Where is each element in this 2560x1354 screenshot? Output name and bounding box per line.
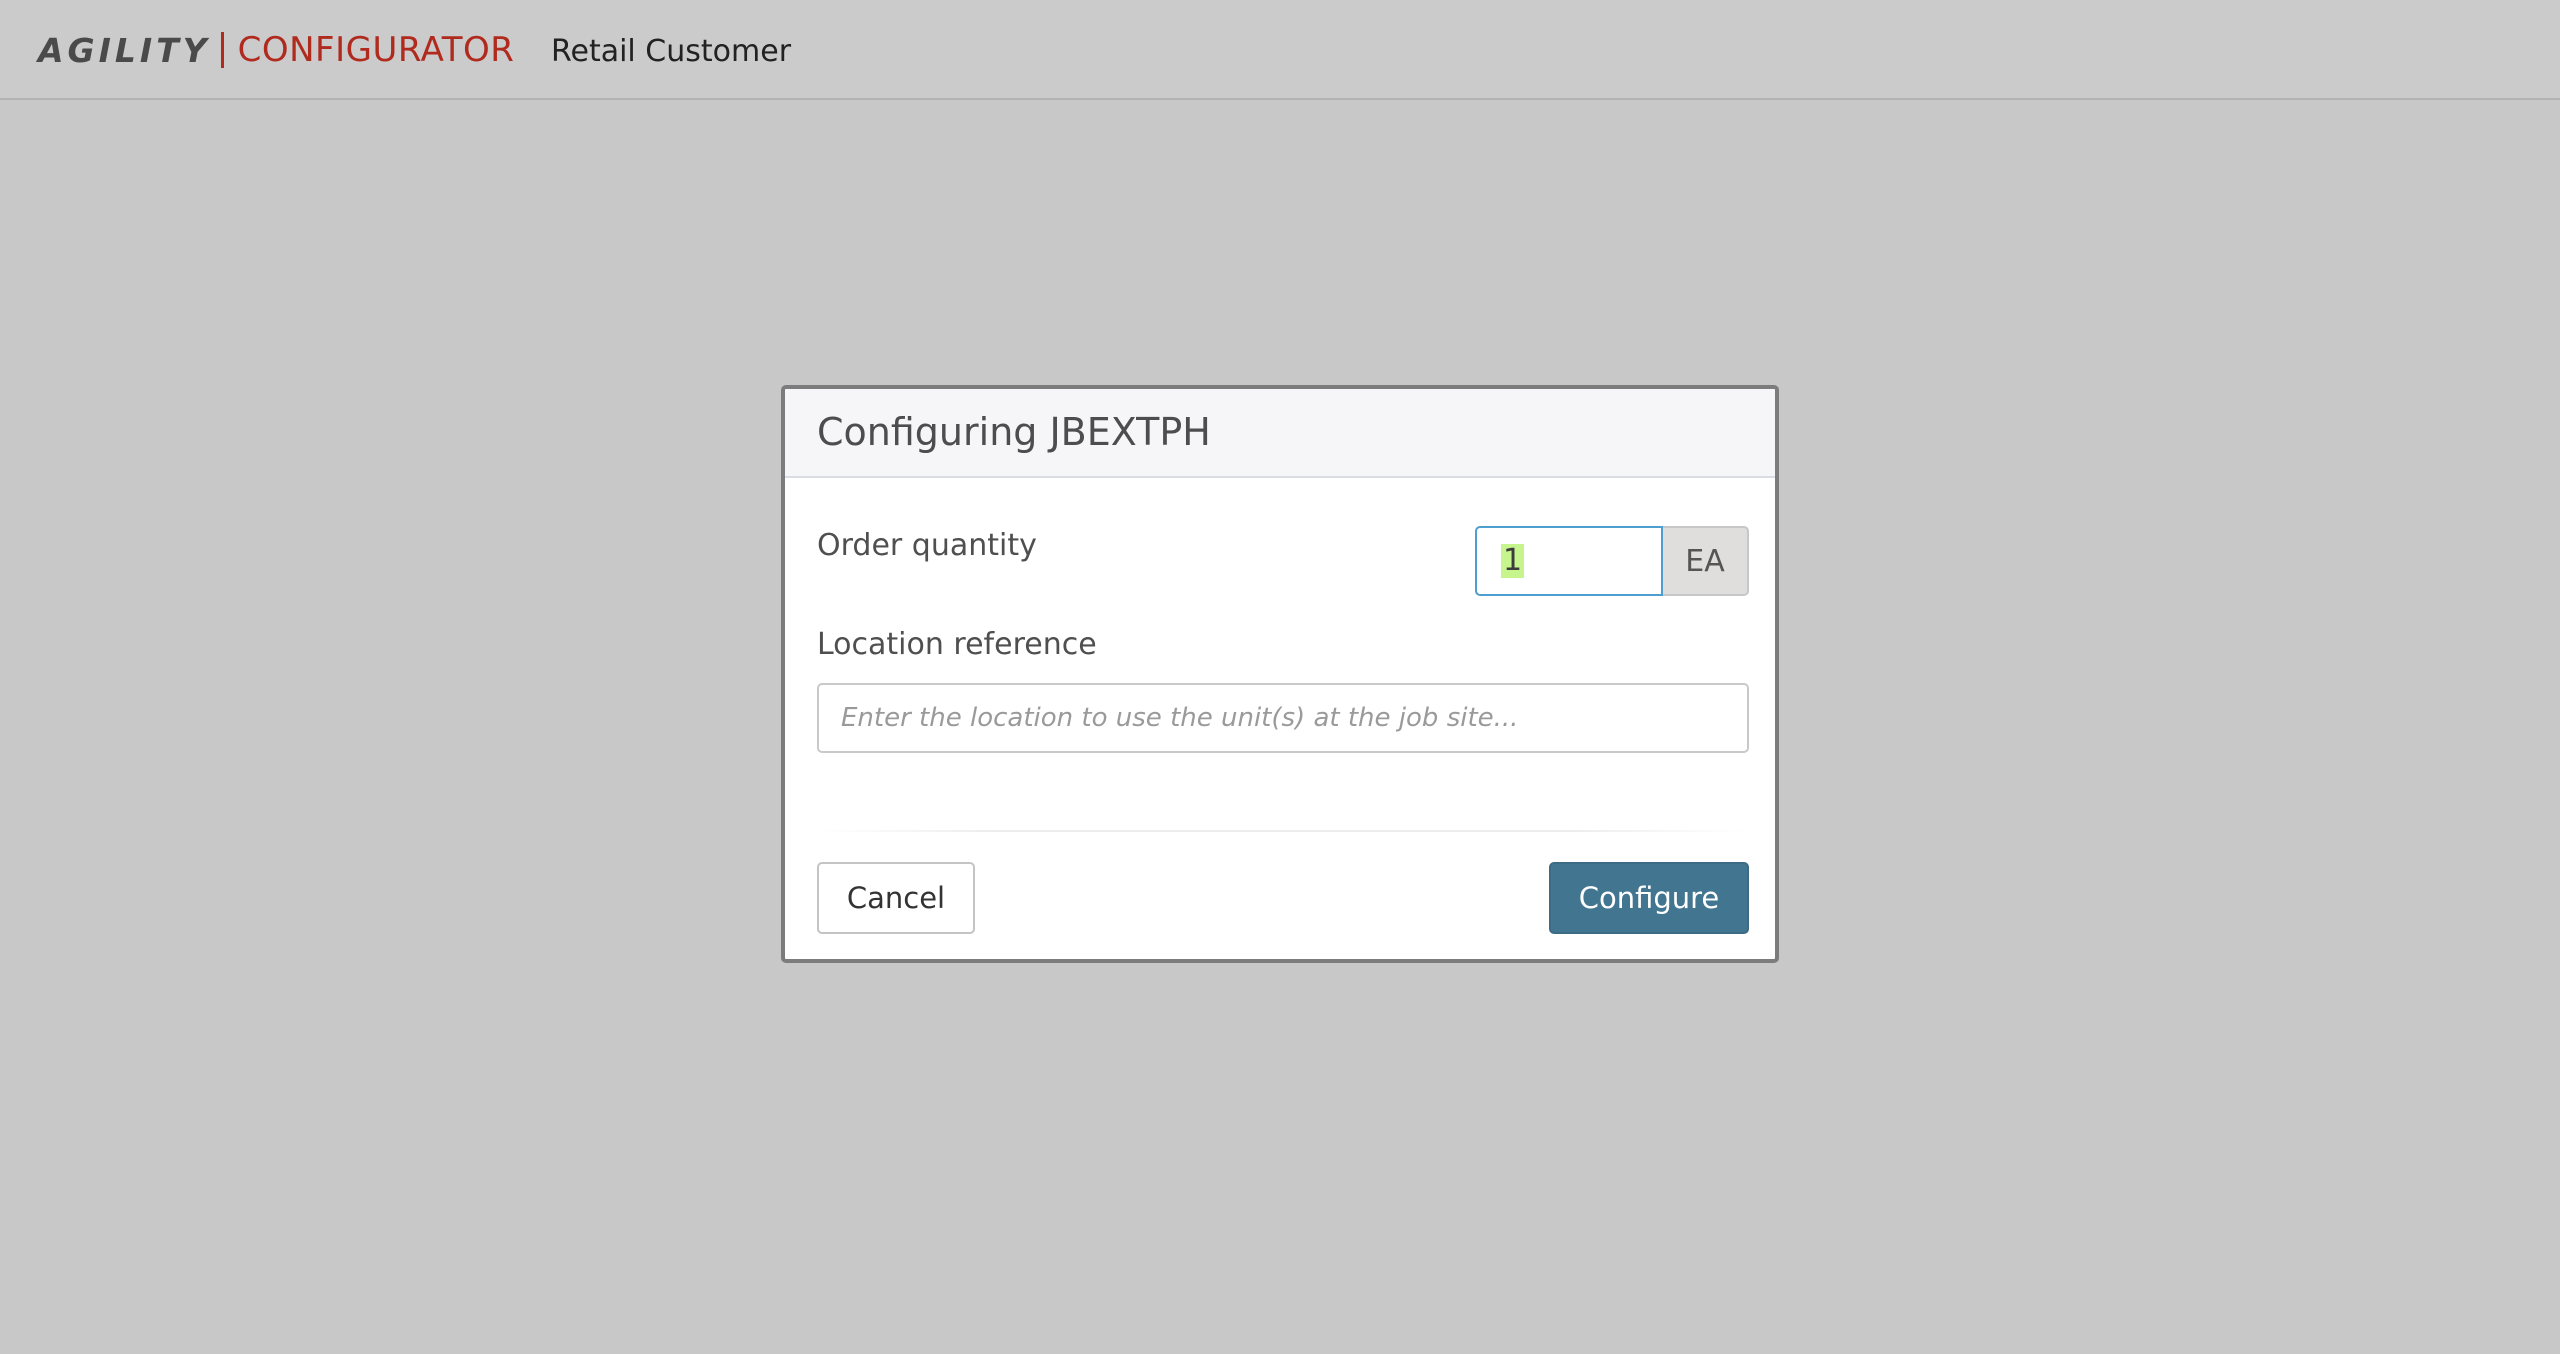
order-quantity-label: Order quantity [817, 528, 1037, 563]
cancel-button[interactable]: Cancel [817, 862, 975, 934]
footer-divider [817, 830, 1749, 832]
order-quantity-input[interactable]: 1 [1475, 526, 1663, 596]
dialog-header: Configuring JBEXTPH [785, 389, 1775, 478]
logo-brand-text: AGILITY [38, 30, 211, 70]
location-reference-input[interactable] [817, 683, 1749, 753]
customer-name[interactable]: Retail Customer [551, 32, 791, 72]
app-logo[interactable]: AGILITY CONFIGURATOR [38, 28, 514, 72]
logo-product-text: CONFIGURATOR [237, 30, 515, 70]
location-reference-label: Location reference [817, 627, 1097, 662]
order-quantity-value: 1 [1501, 543, 1525, 578]
dialog-title: Configuring JBEXTPH [817, 410, 1211, 454]
configure-button[interactable]: Configure [1549, 862, 1749, 934]
configure-dialog: Configuring JBEXTPH Order quantity 1 EA … [781, 385, 1779, 963]
logo-divider [220, 32, 224, 68]
order-quantity-unit: EA [1663, 526, 1749, 596]
top-navbar: AGILITY CONFIGURATOR Retail Customer [0, 0, 2560, 100]
